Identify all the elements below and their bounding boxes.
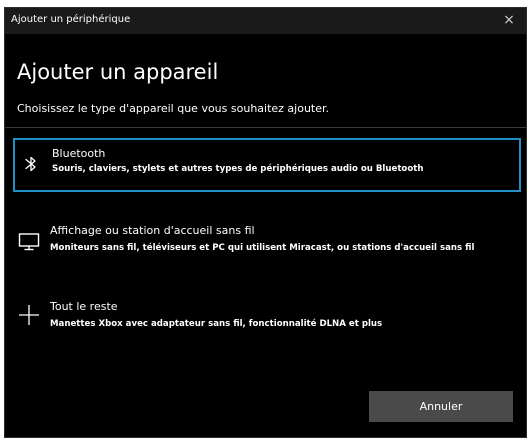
monitor-icon xyxy=(17,229,41,253)
option-description: Moniteurs sans fil, téléviseurs et PC qu… xyxy=(50,243,475,253)
option-label: Bluetooth xyxy=(52,147,106,160)
window-title: Ajouter un périphérique xyxy=(11,14,131,25)
add-device-dialog: Ajouter un périphérique × Ajouter un app… xyxy=(4,7,527,438)
option-description: Manettes Xbox avec adaptateur sans fil, … xyxy=(50,319,383,329)
option-label: Tout le reste xyxy=(50,300,118,313)
option-label: Affichage ou station d'accueil sans fil xyxy=(50,224,255,237)
plus-icon xyxy=(17,303,41,327)
divider xyxy=(5,127,526,128)
page-subtitle: Choisissez le type d'appareil que vous s… xyxy=(17,102,330,115)
cancel-button[interactable]: Annuler xyxy=(369,391,513,422)
option-bluetooth[interactable]: Bluetooth Souris, claviers, stylets et a… xyxy=(13,138,521,192)
title-bar: Ajouter un périphérique × xyxy=(5,8,526,34)
page-title: Ajouter un appareil xyxy=(17,60,219,84)
option-description: Souris, claviers, stylets et autres type… xyxy=(52,164,424,174)
close-icon[interactable]: × xyxy=(502,11,516,29)
option-wireless-display[interactable]: Affichage ou station d'accueil sans fil … xyxy=(13,215,521,271)
bluetooth-icon xyxy=(19,152,43,176)
option-everything-else[interactable]: Tout le reste Manettes Xbox avec adaptat… xyxy=(13,291,521,347)
